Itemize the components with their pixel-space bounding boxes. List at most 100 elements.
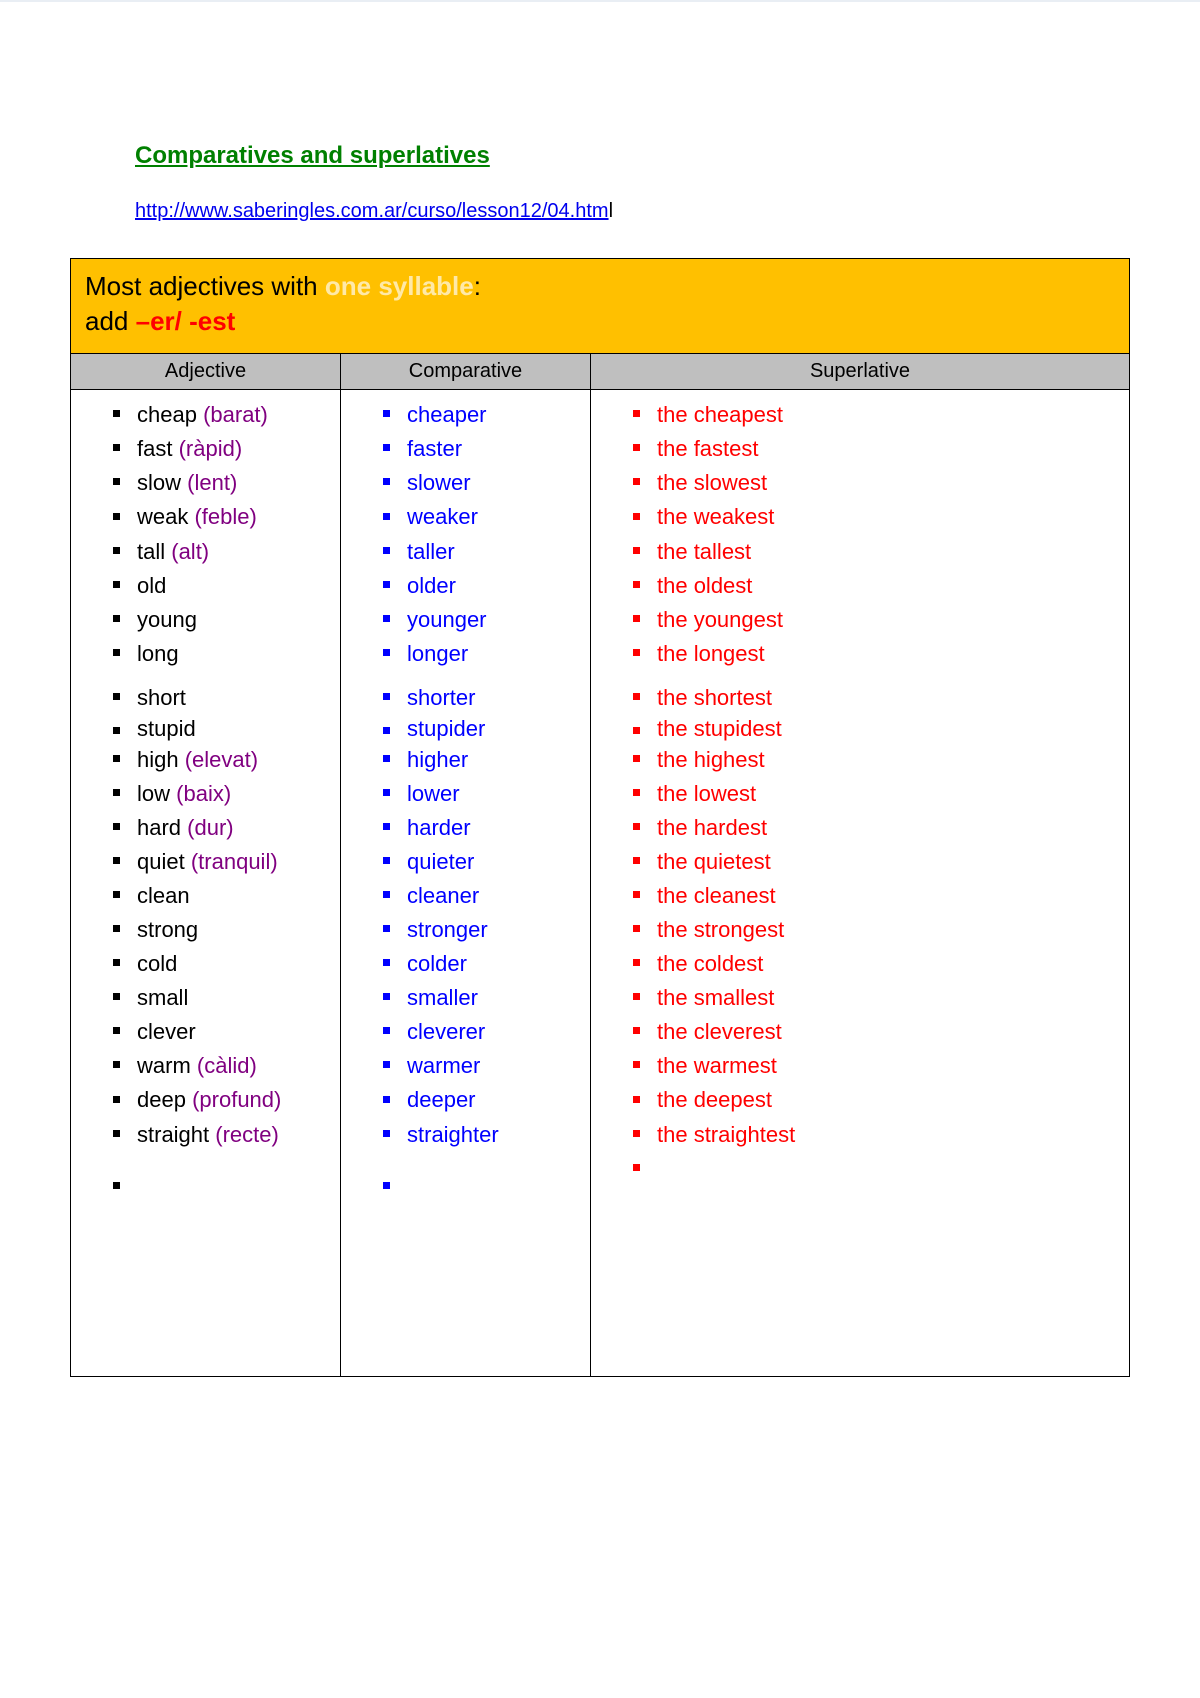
list-item: straighter [379, 1118, 580, 1152]
superlative-word: the deepest [657, 1087, 772, 1112]
superlative-word: the fastest [657, 436, 759, 461]
list-item: the strongest [629, 913, 1119, 947]
document-title: Comparatives and superlatives [135, 142, 490, 169]
col-header-superlative: Superlative [591, 354, 1130, 390]
adjective-translation: (baix) [176, 781, 231, 806]
list-item: the hardest [629, 811, 1119, 845]
rule-line2-suffix: –er/ -est [136, 306, 236, 336]
source-link[interactable]: http://www.saberingles.com.ar/curso/less… [135, 200, 609, 222]
comparative-word: deeper [407, 1087, 476, 1112]
adjective-word: weak [137, 504, 188, 529]
adjective-translation: (dur) [187, 815, 233, 840]
list-item: the tallest [629, 535, 1119, 569]
adjective-translation: (tranquil) [191, 849, 278, 874]
rule-line1-highlight: one syllable [325, 271, 474, 301]
list-item: hard (dur) [109, 811, 330, 845]
list-item: long [109, 637, 330, 671]
comparative-word: cleverer [407, 1019, 485, 1044]
superlative-word: the youngest [657, 607, 783, 632]
list-item: clever [109, 1015, 330, 1049]
adjective-word: stupid [137, 716, 196, 741]
comparative-word: shorter [407, 685, 475, 710]
comparative-word: quieter [407, 849, 474, 874]
superlative-word: the longest [657, 641, 765, 666]
adjective-word: short [137, 685, 186, 710]
cell-comparative: cheaperfasterslowerweakertallerolderyoun… [341, 390, 591, 1377]
list-item: weak (feble) [109, 500, 330, 534]
adjective-word: quiet [137, 849, 185, 874]
list-item: stupid [109, 715, 330, 743]
adjective-word: clever [137, 1019, 196, 1044]
list-item: harder [379, 811, 580, 845]
list-item: the coldest [629, 947, 1119, 981]
adjective-word: warm [137, 1053, 191, 1078]
adjective-word: young [137, 607, 197, 632]
adjective-word: cold [137, 951, 177, 976]
grammar-table: Most adjectives with one syllable: add –… [70, 258, 1130, 1377]
adjective-word: clean [137, 883, 190, 908]
list-item [109, 1170, 330, 1204]
source-link-tail: l [609, 200, 613, 222]
comparative-word: lower [407, 781, 460, 806]
list-item: the lowest [629, 777, 1119, 811]
superlative-word: the cheapest [657, 402, 783, 427]
adjective-word: straight [137, 1122, 209, 1147]
list-item: the cleverest [629, 1015, 1119, 1049]
column-header-row: Adjective Comparative Superlative [71, 354, 1130, 390]
list-item: slower [379, 466, 580, 500]
comparative-word: straighter [407, 1122, 499, 1147]
superlative-word: the weakest [657, 504, 774, 529]
list-item: short [109, 681, 330, 715]
rule-line2-prefix: add [85, 306, 136, 336]
list-item: young [109, 603, 330, 637]
list-item: quiet (tranquil) [109, 845, 330, 879]
adjective-translation: (elevat) [185, 747, 258, 772]
comparative-word: longer [407, 641, 468, 666]
adjective-word: cheap [137, 402, 197, 427]
superlative-word: the coldest [657, 951, 763, 976]
list-item: the youngest [629, 603, 1119, 637]
adjective-translation: (alt) [171, 539, 209, 564]
list-item: fast (ràpid) [109, 432, 330, 466]
adjective-word: small [137, 985, 188, 1010]
source-link-line: http://www.saberingles.com.ar/curso/less… [135, 200, 1130, 223]
comparative-word: younger [407, 607, 487, 632]
comparative-word: colder [407, 951, 467, 976]
adjective-translation: (barat) [203, 402, 268, 427]
comparative-word: smaller [407, 985, 478, 1010]
adjective-list: cheap (barat)fast (ràpid)slow (lent)weak… [81, 396, 330, 1204]
superlative-list: the cheapest the fastest the slowest the we… [601, 396, 1119, 1186]
cell-adjective: cheap (barat)fast (ràpid)slow (lent)weak… [71, 390, 341, 1377]
list-item: cheaper [379, 398, 580, 432]
list-item: the deepest [629, 1083, 1119, 1117]
comparative-word: taller [407, 539, 455, 564]
list-item: higher [379, 743, 580, 777]
list-item: slow (lent) [109, 466, 330, 500]
list-item: small [109, 981, 330, 1015]
list-item: low (baix) [109, 777, 330, 811]
superlative-word: the strongest [657, 917, 784, 942]
list-item: the warmest [629, 1049, 1119, 1083]
list-item: the oldest [629, 569, 1119, 603]
superlative-word: the tallest [657, 539, 751, 564]
adjective-translation: (lent) [187, 470, 237, 495]
list-item: cheap (barat) [109, 398, 330, 432]
list-item: the slowest [629, 466, 1119, 500]
rule-line1-suffix: : [474, 271, 481, 301]
list-item: old [109, 569, 330, 603]
col-header-comparative: Comparative [341, 354, 591, 390]
comparative-word: higher [407, 747, 468, 772]
adjective-translation: (recte) [215, 1122, 279, 1147]
comparative-word: harder [407, 815, 471, 840]
adjective-translation: (ràpid) [179, 436, 243, 461]
adjective-word: slow [137, 470, 181, 495]
superlative-word: the stupidest [657, 716, 782, 741]
adjective-word: old [137, 573, 166, 598]
list-item: the stupidest [629, 715, 1119, 743]
superlative-word: the quietest [657, 849, 771, 874]
list-item: older [379, 569, 580, 603]
adjective-word: high [137, 747, 179, 772]
list-item: the fastest [629, 432, 1119, 466]
col-header-adjective: Adjective [71, 354, 341, 390]
superlative-word: the highest [657, 747, 765, 772]
